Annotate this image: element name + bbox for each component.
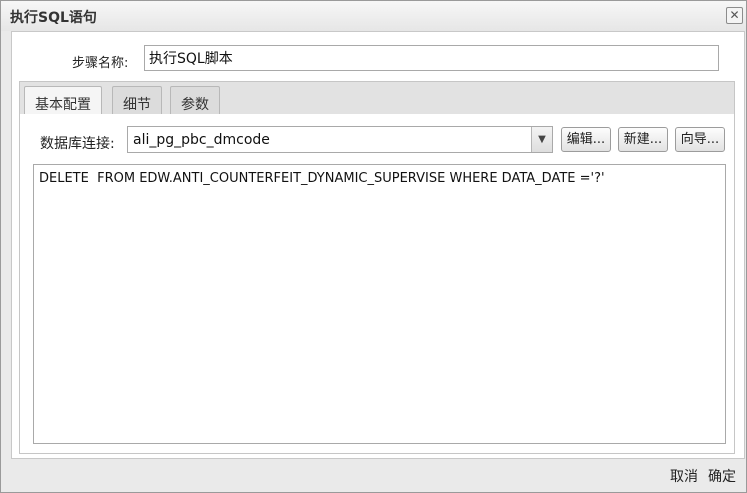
ok-button[interactable]: 确定 bbox=[708, 466, 736, 486]
new-button[interactable]: 新建... bbox=[618, 127, 668, 152]
title-bar[interactable]: 执行SQL语句 ✕ bbox=[1, 1, 746, 31]
step-name-label: 步骤名称: bbox=[72, 56, 129, 71]
tab-basic-config[interactable]: 基本配置 bbox=[24, 86, 102, 116]
tab-content: 数据库连接: ali_pg_pbc_dmcode ▼ 编辑... 新建... 向… bbox=[19, 114, 735, 454]
tab-details[interactable]: 细节 bbox=[112, 86, 162, 115]
edit-button[interactable]: 编辑... bbox=[561, 127, 611, 152]
cancel-button[interactable]: 取消 bbox=[670, 466, 698, 486]
dialog-panel: 步骤名称: 基本配置 细节 参数 数据库连接: ali_pg_pbc_dmcod… bbox=[11, 31, 745, 459]
sql-editor[interactable]: DELETE FROM EDW.ANTI_COUNTERFEIT_DYNAMIC… bbox=[33, 164, 726, 444]
dialog-title: 执行SQL语句 bbox=[10, 10, 97, 26]
db-connection-select[interactable]: ali_pg_pbc_dmcode ▼ bbox=[127, 126, 553, 153]
step-name-input[interactable] bbox=[144, 45, 719, 71]
chevron-down-icon[interactable]: ▼ bbox=[531, 127, 552, 152]
wizard-button[interactable]: 向导... bbox=[675, 127, 725, 152]
tab-strip: 基本配置 细节 参数 bbox=[19, 81, 735, 116]
close-icon[interactable]: ✕ bbox=[726, 7, 743, 24]
db-connection-label: 数据库连接: bbox=[40, 136, 115, 152]
db-connection-value: ali_pg_pbc_dmcode bbox=[133, 132, 270, 148]
tab-parameters[interactable]: 参数 bbox=[170, 86, 220, 115]
execute-sql-dialog: 执行SQL语句 ✕ 步骤名称: 基本配置 细节 参数 数据库连接: ali_pg… bbox=[0, 0, 747, 493]
